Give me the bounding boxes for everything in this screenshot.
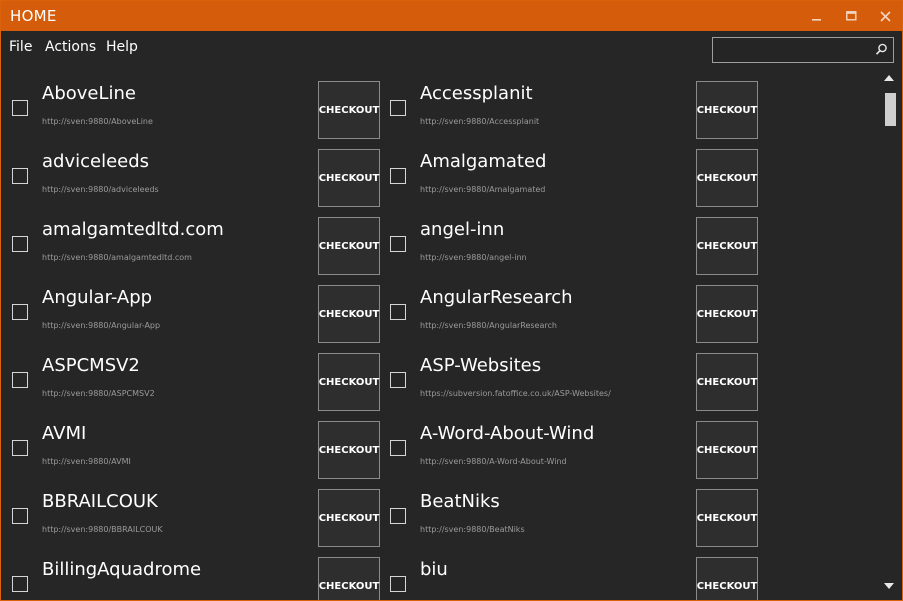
repo-name: biu (420, 559, 448, 580)
repo-item: biu CHECKOUT (379, 557, 759, 600)
repo-item: Amalgamated http://sven:9880/Amalgamated C… (379, 149, 759, 209)
checkout-button[interactable]: CHECKOUT (696, 489, 758, 547)
scroll-down-arrow-icon[interactable] (884, 583, 894, 589)
close-button[interactable] (868, 1, 902, 31)
checkout-button[interactable]: CHECKOUT (318, 557, 380, 600)
repo-checkbox[interactable] (390, 168, 406, 184)
repo-item: amalgamtedltd.com http://sven:9880/amalga… (1, 217, 381, 277)
repo-item: angel-inn http://sven:9880/angel-inn CHECK… (379, 217, 759, 277)
repo-item: BeatNiks http://sven:9880/BeatNiks CHECKOU… (379, 489, 759, 549)
repo-checkbox[interactable] (12, 236, 28, 252)
window-title: HOME (10, 7, 57, 25)
scroll-thumb[interactable] (885, 93, 896, 126)
minimize-button[interactable] (800, 1, 834, 31)
checkout-button[interactable]: CHECKOUT (318, 149, 380, 207)
repo-item: AngularResearch http://sven:9880/AngularR… (379, 285, 759, 345)
repo-checkbox[interactable] (390, 100, 406, 116)
repo-name: A-Word-About-Wind (420, 423, 595, 444)
repo-name: ASPCMSV2 (42, 355, 140, 376)
repo-item: Angular-App http://sven:9880/Angular-App C… (1, 285, 381, 345)
repo-url: http://sven:9880/angel-inn (420, 253, 527, 262)
repo-checkbox[interactable] (390, 236, 406, 252)
checkout-button[interactable]: CHECKOUT (318, 217, 380, 275)
repo-name: BBRAILCOUK (42, 491, 158, 512)
app-window: HOME File Actions Help AboveLine http://s… (0, 0, 903, 601)
repo-item: ASP-Websites https://subversion.fatoffice… (379, 353, 759, 413)
repo-checkbox[interactable] (390, 372, 406, 388)
repo-item: AboveLine http://sven:9880/AboveLine CHECK… (1, 81, 381, 141)
repo-url: http://sven:9880/AVMI (42, 457, 131, 466)
scroll-up-arrow-icon[interactable] (884, 75, 894, 81)
repo-url: http://sven:9880/Angular-App (42, 321, 161, 330)
repo-item: ASPCMSV2 http://sven:9880/ASPCMSV2 CHECKOU… (1, 353, 381, 413)
repo-name: BillingAquadrome (42, 559, 202, 580)
repo-name: BeatNiks (420, 491, 500, 512)
repo-checkbox[interactable] (12, 100, 28, 116)
repo-name: Angular-App (42, 287, 153, 308)
repo-url: http://sven:9880/BBRAILCOUK (42, 525, 163, 534)
checkout-button[interactable]: CHECKOUT (318, 81, 380, 139)
repo-url: http://sven:9880/adviceleeds (42, 185, 159, 194)
repo-item: BillingAquadrome CHECKOUT (1, 557, 381, 600)
repo-url: http://sven:9880/Accessplanit (420, 117, 540, 126)
repo-checkbox[interactable] (12, 508, 28, 524)
checkout-button[interactable]: CHECKOUT (318, 489, 380, 547)
checkout-button[interactable]: CHECKOUT (318, 421, 380, 479)
repo-checkbox[interactable] (390, 576, 406, 592)
repo-url: http://sven:9880/ASPCMSV2 (42, 389, 155, 398)
checkout-button[interactable]: CHECKOUT (696, 557, 758, 600)
repo-name: Accessplanit (420, 83, 533, 104)
search-box[interactable] (712, 37, 894, 63)
checkout-button[interactable]: CHECKOUT (696, 81, 758, 139)
checkout-button[interactable]: CHECKOUT (696, 217, 758, 275)
repo-name: AngularResearch (420, 287, 573, 308)
search-input[interactable] (715, 40, 869, 62)
title-bar[interactable]: HOME (1, 1, 902, 31)
minimize-icon (812, 19, 821, 21)
repo-url: http://sven:9880/A-Word-About-Wind (420, 457, 567, 466)
repo-item: Accessplanit http://sven:9880/Accessplani… (379, 81, 759, 141)
repo-url: https://subversion.fatoffice.co.uk/ASP-W… (420, 389, 611, 398)
repo-url: http://sven:9880/BeatNiks (420, 525, 525, 534)
repo-checkbox[interactable] (12, 576, 28, 592)
repo-name: ASP-Websites (420, 355, 542, 376)
checkout-button[interactable]: CHECKOUT (696, 421, 758, 479)
repo-checkbox[interactable] (12, 168, 28, 184)
repo-url: http://sven:9880/AboveLine (42, 117, 153, 126)
search-icon[interactable] (875, 43, 888, 56)
checkout-button[interactable]: CHECKOUT (696, 285, 758, 343)
repo-item: AVMI http://sven:9880/AVMI CHECKOUT (1, 421, 381, 481)
repo-name: Amalgamated (420, 151, 547, 172)
repo-checkbox[interactable] (390, 440, 406, 456)
repo-checkbox[interactable] (390, 304, 406, 320)
maximize-icon (845, 11, 857, 21)
repo-name: AboveLine (42, 83, 136, 104)
vertical-scrollbar[interactable] (882, 71, 900, 597)
repo-url: http://sven:9880/Amalgamated (420, 185, 546, 194)
repo-item: BBRAILCOUK http://sven:9880/BBRAILCOUK CHE… (1, 489, 381, 549)
checkout-button[interactable]: CHECKOUT (696, 353, 758, 411)
close-icon (879, 10, 891, 22)
repo-item: adviceleeds http://sven:9880/adviceleeds C… (1, 149, 381, 209)
repository-list: AboveLine http://sven:9880/AboveLine CHECK… (1, 67, 881, 600)
repo-url: http://sven:9880/amalgamtedltd.com (42, 253, 192, 262)
repo-name: adviceleeds (42, 151, 150, 172)
repo-checkbox[interactable] (12, 304, 28, 320)
repo-checkbox[interactable] (12, 440, 28, 456)
repo-name: amalgamtedltd.com (42, 219, 224, 240)
maximize-button[interactable] (834, 1, 868, 31)
menu-actions[interactable]: Actions (45, 39, 96, 55)
repo-name: AVMI (42, 423, 87, 444)
checkout-button[interactable]: CHECKOUT (318, 285, 380, 343)
menu-file[interactable]: File (9, 39, 32, 55)
repo-url: http://sven:9880/AngularResearch (420, 321, 557, 330)
checkout-button[interactable]: CHECKOUT (696, 149, 758, 207)
repo-name: angel-inn (420, 219, 505, 240)
repo-checkbox[interactable] (390, 508, 406, 524)
checkout-button[interactable]: CHECKOUT (318, 353, 380, 411)
repo-checkbox[interactable] (12, 372, 28, 388)
repo-item: A-Word-About-Wind http://sven:9880/A-Word… (379, 421, 759, 481)
menu-help[interactable]: Help (106, 39, 138, 55)
